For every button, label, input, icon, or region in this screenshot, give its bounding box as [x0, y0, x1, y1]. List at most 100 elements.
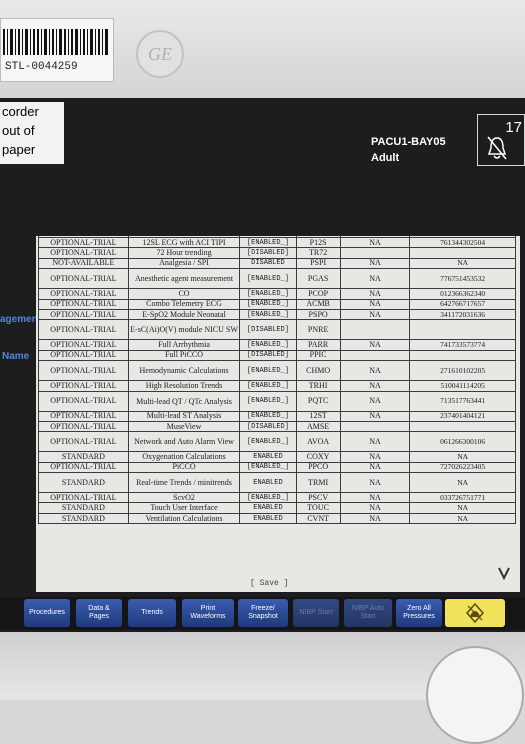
- license-key-cell: NA: [409, 472, 516, 494]
- expiry-cell: [339, 247, 411, 259]
- table-row[interactable]: OPTIONAL-TRIAL Multi-lead ST Analysis [ENA…: [38, 410, 516, 422]
- software-options-table: OPTIONAL-TRIAL 12SL ECG with ACI TIPI [ENA…: [38, 236, 516, 525]
- status-cell: [DISABLED]: [239, 247, 297, 259]
- license-key-cell: 727026223405: [409, 461, 516, 474]
- monitor-bezel-top: STL-0044259 GE: [0, 0, 525, 98]
- table-row[interactable]: OPTIONAL-TRIAL Network and Auto Alarm Vie…: [38, 431, 516, 453]
- table-row[interactable]: OPTIONAL-TRIAL 72 Hour trending [DISABLED]…: [38, 247, 516, 259]
- freeze-snapshot-button[interactable]: Freeze/ Snapshot: [238, 599, 288, 627]
- status-cell: [DISABLED]: [239, 349, 297, 362]
- table-row[interactable]: NOT-AVAILABLE Analgesia / SPI DISABLED PSPI…: [38, 257, 516, 270]
- status-cell: [ENABLED_]: [239, 492, 297, 504]
- expiry-cell: NA: [339, 461, 411, 474]
- table-row[interactable]: STANDARD Ventilation Calculations ENABLED C…: [38, 512, 516, 525]
- license-key-cell: 761344302504: [409, 236, 516, 249]
- option-name-cell: PiCCO: [127, 461, 241, 474]
- license-key-cell: 776751453532: [409, 268, 516, 290]
- nibp-auto-start-button[interactable]: NIBP Auto Start: [344, 599, 392, 627]
- alarm-silence-button[interactable]: [445, 599, 505, 627]
- status-cell: [ENABLED_]: [239, 410, 297, 422]
- option-name-cell: ScvO2: [127, 492, 241, 504]
- option-code-cell: COXY: [295, 451, 341, 463]
- status-cell: [ENABLED_]: [239, 431, 297, 453]
- license-type-cell: OPTIONAL-TRIAL: [38, 339, 129, 351]
- table-row[interactable]: OPTIONAL-TRIAL PiCCO [ENABLED_] PPCO NA 72702…: [38, 461, 516, 474]
- alarm-count: 17: [505, 119, 522, 136]
- table-row[interactable]: STANDARD Real-time Trends / minitrends ENA…: [38, 472, 516, 494]
- option-name-cell: Combo Telemetry ECG: [127, 298, 241, 310]
- license-type-cell: STANDARD: [38, 502, 129, 514]
- option-code-cell: TRHI: [295, 380, 341, 392]
- status-cell: [DISABLED]: [239, 319, 297, 341]
- license-type-cell: OPTIONAL-TRIAL: [38, 431, 129, 453]
- status-cell: [DISABLED]: [239, 420, 297, 433]
- status-cell: [ENABLED_]: [239, 298, 297, 310]
- table-row[interactable]: OPTIONAL-TRIAL Full PiCCO [DISABLED] PPIC: [38, 349, 516, 362]
- table-row[interactable]: OPTIONAL-TRIAL E-sC(Ai)O(V) module NICU S…: [38, 319, 516, 341]
- alarm-status-box[interactable]: 17: [477, 114, 525, 166]
- license-type-cell: OPTIONAL-TRIAL: [38, 349, 129, 362]
- status-cell: DISABLED: [239, 257, 297, 270]
- option-code-cell: PSCV: [295, 492, 341, 504]
- data-pages-button[interactable]: Data & Pages: [76, 599, 122, 627]
- table-row[interactable]: STANDARD Oxygenation Calculations ENABLED C…: [38, 451, 516, 463]
- option-code-cell: P12S: [295, 236, 341, 249]
- expiry-cell: NA: [339, 512, 411, 525]
- table-row[interactable]: OPTIONAL-TRIAL Multi-lead QT / QTc Analys…: [38, 390, 516, 412]
- procedures-button[interactable]: Procedures: [24, 599, 70, 627]
- recorder-message-line: out of: [2, 123, 35, 138]
- status-cell: [ENABLED_]: [239, 268, 297, 290]
- license-type-cell: OPTIONAL-TRIAL: [38, 492, 129, 504]
- trim-knob[interactable]: [426, 646, 524, 744]
- option-name-cell: Oxygenation Calculations: [127, 451, 241, 463]
- expiry-cell: [339, 349, 411, 362]
- option-name-cell: 72 Hour trending: [127, 247, 241, 259]
- license-type-cell: OPTIONAL-TRIAL: [38, 236, 129, 249]
- nibp-start-button[interactable]: NIBP Start: [293, 599, 339, 627]
- expiry-cell: NA: [339, 380, 411, 392]
- alarm-off-bell-icon: [487, 136, 507, 160]
- license-type-cell: NOT-AVAILABLE: [38, 257, 129, 270]
- table-row[interactable]: STANDARD Touch User Interface ENABLED TOUC N…: [38, 502, 516, 514]
- table-row[interactable]: OPTIONAL-TRIAL 12SL ECG with ACI TIPI [ENA…: [38, 236, 516, 249]
- option-name-cell: Full Arrhythmia: [127, 339, 241, 351]
- print-waveforms-button[interactable]: Print Waveforms: [182, 599, 234, 627]
- expiry-cell: NA: [339, 502, 411, 514]
- trends-button[interactable]: Trends: [128, 599, 176, 627]
- table-row[interactable]: OPTIONAL-TRIAL Anesthetic agent measureme…: [38, 268, 516, 290]
- expiry-cell: NA: [339, 451, 411, 463]
- option-code-cell: AMSE: [295, 420, 341, 433]
- status-cell: [ENABLED_]: [239, 339, 297, 351]
- option-name-cell: Ventilation Calculations: [127, 512, 241, 525]
- option-code-cell: PCOP: [295, 288, 341, 300]
- license-type-cell: OPTIONAL-TRIAL: [38, 268, 129, 290]
- table-row[interactable]: OPTIONAL-TRIAL Full Arrhythmia [ENABLED_] P…: [38, 339, 516, 351]
- table-row[interactable]: OPTIONAL-TRIAL CO [ENABLED_] PCOP NA 01236636…: [38, 288, 516, 300]
- table-row[interactable]: OPTIONAL-TRIAL ScvO2 [ENABLED_] PSCV NA 03372…: [38, 492, 516, 504]
- save-button[interactable]: [ Save ]: [250, 579, 288, 588]
- table-row[interactable]: OPTIONAL-TRIAL E-SpO2 Module Neonatal [ENA…: [38, 308, 516, 321]
- license-key-cell: [409, 319, 516, 341]
- expiry-cell: NA: [339, 360, 411, 382]
- expiry-cell: NA: [339, 288, 411, 300]
- table-row[interactable]: OPTIONAL-TRIAL High Resolution Trends [ENA…: [38, 380, 516, 392]
- table-row[interactable]: OPTIONAL-TRIAL MuseView [DISABLED] AMSE: [38, 420, 516, 433]
- expiry-cell: NA: [339, 308, 411, 321]
- scroll-down-arrow-icon[interactable]: [498, 566, 510, 580]
- expiry-cell: [339, 319, 411, 341]
- expiry-cell: NA: [339, 472, 411, 494]
- license-key-cell: NA: [409, 512, 516, 525]
- zero-all-pressures-button[interactable]: Zero All Pressures: [396, 599, 442, 627]
- table-row[interactable]: OPTIONAL-TRIAL Hemodynamic Calculations [E…: [38, 360, 516, 382]
- expiry-cell: NA: [339, 236, 411, 249]
- status-cell: [ENABLED_]: [239, 236, 297, 249]
- license-type-cell: STANDARD: [38, 472, 129, 494]
- status-cell: ENABLED: [239, 502, 297, 514]
- patient-header[interactable]: PACU1-BAY05 Adult 17: [367, 108, 525, 166]
- option-name-cell: High Resolution Trends: [127, 380, 241, 392]
- license-key-cell: [409, 420, 516, 433]
- option-code-cell: PPCO: [295, 461, 341, 474]
- option-code-cell: PSPO: [295, 308, 341, 321]
- table-row[interactable]: OPTIONAL-TRIAL Combo Telemetry ECG [ENABLE…: [38, 298, 516, 310]
- status-cell: ENABLED: [239, 472, 297, 494]
